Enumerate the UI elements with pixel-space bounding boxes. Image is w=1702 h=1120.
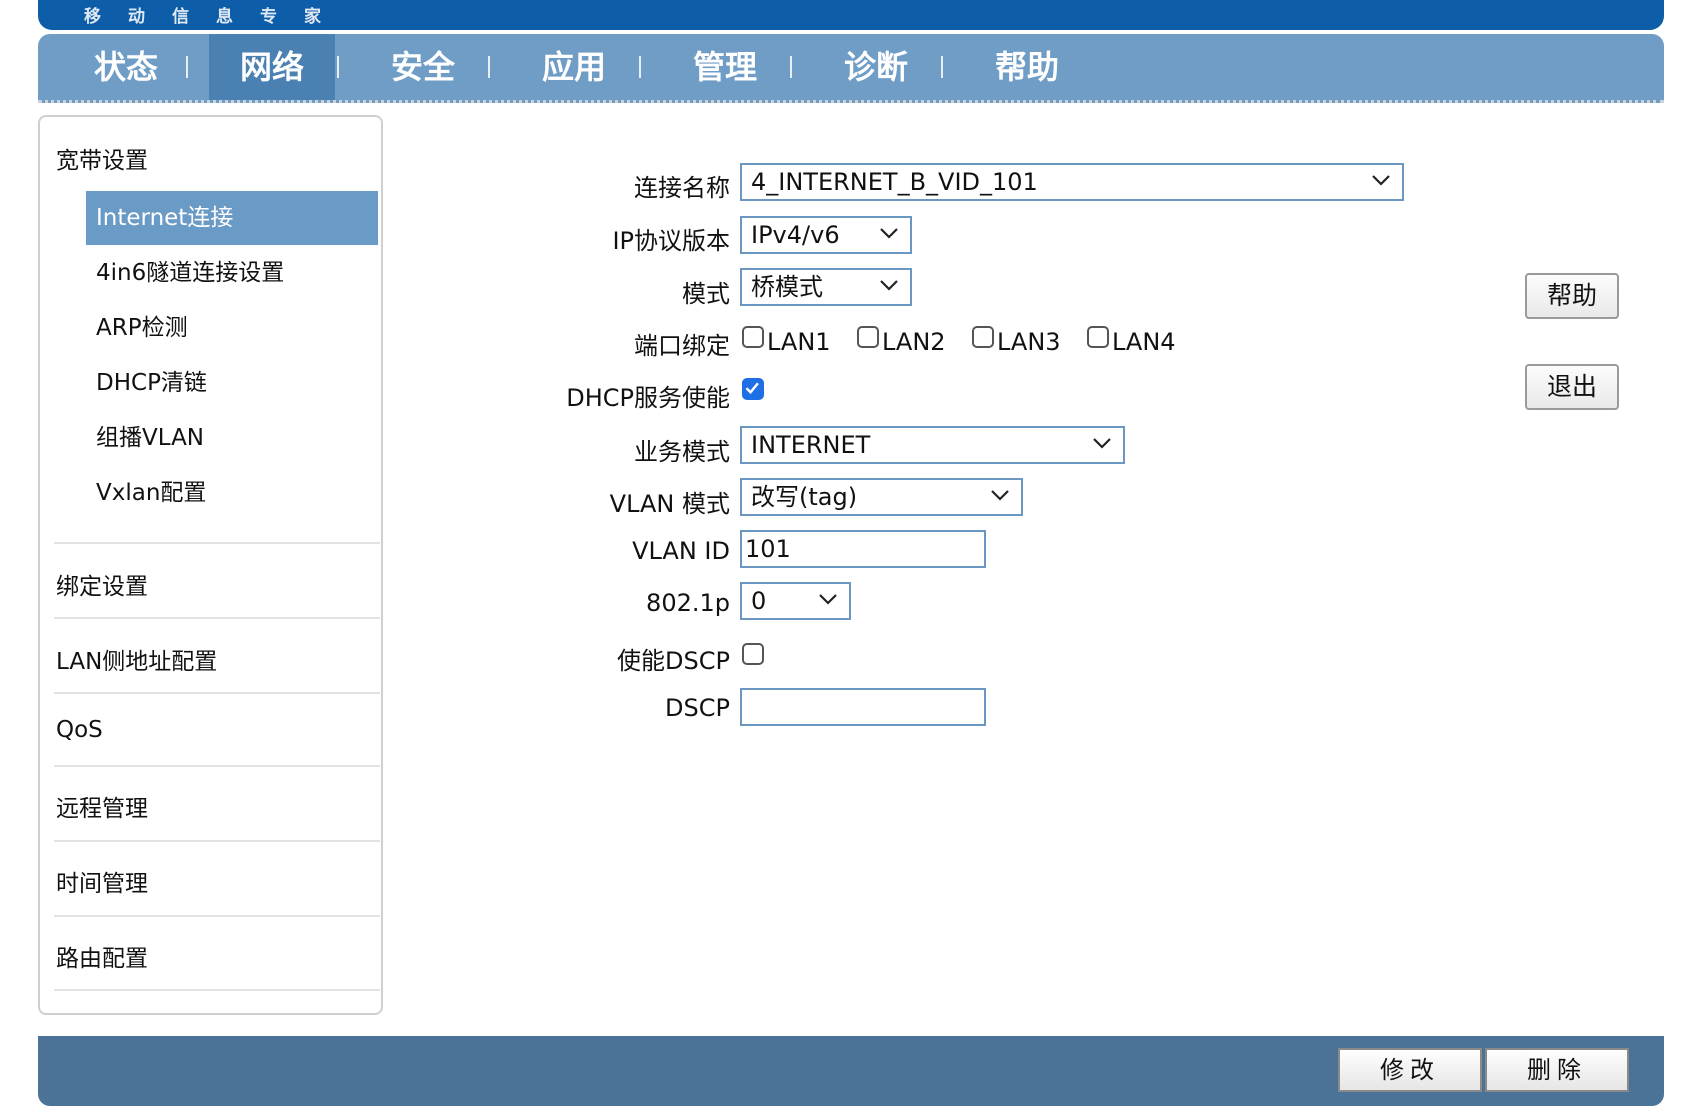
- sidebar-item-dhcp-clear[interactable]: DHCP清链: [86, 356, 378, 410]
- sidebar-group-routing[interactable]: 路由配置: [56, 939, 148, 973]
- mode-value: 桥模式: [751, 273, 823, 301]
- nav-tab-diagnostics[interactable]: 诊断: [813, 34, 939, 100]
- help-button[interactable]: 帮助: [1525, 273, 1619, 319]
- vlan-id-label: VLAN ID: [632, 537, 730, 565]
- nav-tab-status[interactable]: 状态: [63, 34, 189, 100]
- brand-bar: 移动信息专家: [38, 0, 1664, 30]
- exit-button[interactable]: 退出: [1525, 364, 1619, 410]
- chevron-down-icon: [1372, 175, 1390, 186]
- nav-separator: [186, 56, 188, 78]
- modify-button[interactable]: 修改: [1338, 1048, 1482, 1092]
- sidebar-item-4in6[interactable]: 4in6隧道连接设置: [86, 246, 378, 300]
- connection-name-value: 4_INTERNET_B_VID_101: [751, 168, 1038, 196]
- lan1-checkbox[interactable]: [742, 326, 764, 348]
- lan3-checkbox[interactable]: [972, 326, 994, 348]
- enable-dscp-checkbox[interactable]: [742, 643, 764, 665]
- port-binding-label: 端口绑定: [634, 332, 730, 360]
- chevron-down-icon: [991, 490, 1009, 501]
- nav-tab-applications[interactable]: 应用: [511, 34, 637, 100]
- ip-version-select[interactable]: IPv4/v6: [740, 216, 912, 254]
- sidebar-divider: [54, 765, 380, 767]
- chevron-down-icon: [880, 228, 898, 239]
- ip-version-value: IPv4/v6: [751, 221, 840, 249]
- enable-dscp-label: 使能DSCP: [617, 647, 730, 675]
- nav-tab-help[interactable]: 帮助: [964, 34, 1090, 100]
- nav-separator: [337, 56, 339, 78]
- lan4-checkbox[interactable]: [1087, 326, 1109, 348]
- sidebar-item-multicast-vlan[interactable]: 组播VLAN: [86, 411, 378, 465]
- brand-text: 移动信息专家: [84, 7, 348, 27]
- delete-button[interactable]: 删除: [1485, 1048, 1629, 1092]
- mode-select[interactable]: 桥模式: [740, 268, 912, 306]
- nav-separator: [639, 56, 641, 78]
- sidebar-item-internet[interactable]: Internet连接: [86, 191, 378, 245]
- dscp-label: DSCP: [665, 694, 730, 722]
- sidebar-divider: [54, 989, 380, 991]
- sidebar-group-remote-management[interactable]: 远程管理: [56, 789, 148, 823]
- vlan-mode-select[interactable]: 改写(tag): [740, 478, 1023, 516]
- checkmark-icon: [745, 382, 759, 395]
- service-mode-select[interactable]: INTERNET: [740, 426, 1125, 464]
- chevron-down-icon: [880, 280, 898, 291]
- nav-separator: [488, 56, 490, 78]
- sidebar-group-broadband[interactable]: 宽带设置: [56, 141, 148, 175]
- mode-label: 模式: [682, 280, 730, 308]
- sidebar-group-binding[interactable]: 绑定设置: [56, 567, 148, 601]
- sidebar-divider: [54, 542, 380, 544]
- lan2-label: LAN2: [882, 328, 946, 356]
- nav-tab-security[interactable]: 安全: [360, 34, 486, 100]
- nav-separator: [790, 56, 792, 78]
- connection-name-select[interactable]: 4_INTERNET_B_VID_101: [740, 163, 1404, 201]
- footer-bar: 修改 删除: [38, 1036, 1664, 1106]
- service-mode-value: INTERNET: [751, 431, 871, 459]
- dhcp-server-label: DHCP服务使能: [566, 384, 730, 412]
- priority-label: 802.1p: [646, 589, 730, 617]
- nav-tab-network[interactable]: 网络: [209, 34, 335, 100]
- sidebar-divider: [54, 692, 380, 694]
- ip-version-label: IP协议版本: [612, 227, 730, 255]
- service-mode-label: 业务模式: [634, 438, 730, 466]
- vlan-mode-label: VLAN 模式: [609, 490, 730, 518]
- sidebar-item-vxlan[interactable]: Vxlan配置: [86, 466, 378, 520]
- lan2-checkbox[interactable]: [857, 326, 879, 348]
- sidebar: 宽带设置 Internet连接 4in6隧道连接设置 ARP检测 DHCP清链 …: [38, 115, 383, 1015]
- vlan-mode-value: 改写(tag): [751, 483, 858, 511]
- vlan-id-input[interactable]: 101: [740, 530, 986, 568]
- lan4-label: LAN4: [1112, 328, 1176, 356]
- sidebar-group-qos[interactable]: QoS: [56, 717, 103, 743]
- sidebar-item-arp[interactable]: ARP检测: [86, 301, 378, 355]
- connection-name-label: 连接名称: [634, 174, 730, 202]
- main-nav: 状态 网络 安全 应用 管理 诊断 帮助: [38, 34, 1664, 103]
- nav-tab-management[interactable]: 管理: [662, 34, 788, 100]
- dhcp-server-checkbox[interactable]: [742, 378, 764, 400]
- sidebar-group-lan-address[interactable]: LAN侧地址配置: [56, 642, 217, 676]
- chevron-down-icon: [819, 594, 837, 605]
- dscp-input[interactable]: [740, 688, 986, 726]
- sidebar-group-time-management[interactable]: 时间管理: [56, 864, 148, 898]
- priority-value: 0: [751, 587, 767, 615]
- sidebar-divider: [54, 617, 380, 619]
- sidebar-divider: [54, 915, 380, 917]
- chevron-down-icon: [1093, 438, 1111, 449]
- nav-separator: [941, 56, 943, 78]
- lan1-label: LAN1: [767, 328, 831, 356]
- sidebar-divider: [54, 840, 380, 842]
- lan3-label: LAN3: [997, 328, 1061, 356]
- priority-select[interactable]: 0: [740, 582, 851, 620]
